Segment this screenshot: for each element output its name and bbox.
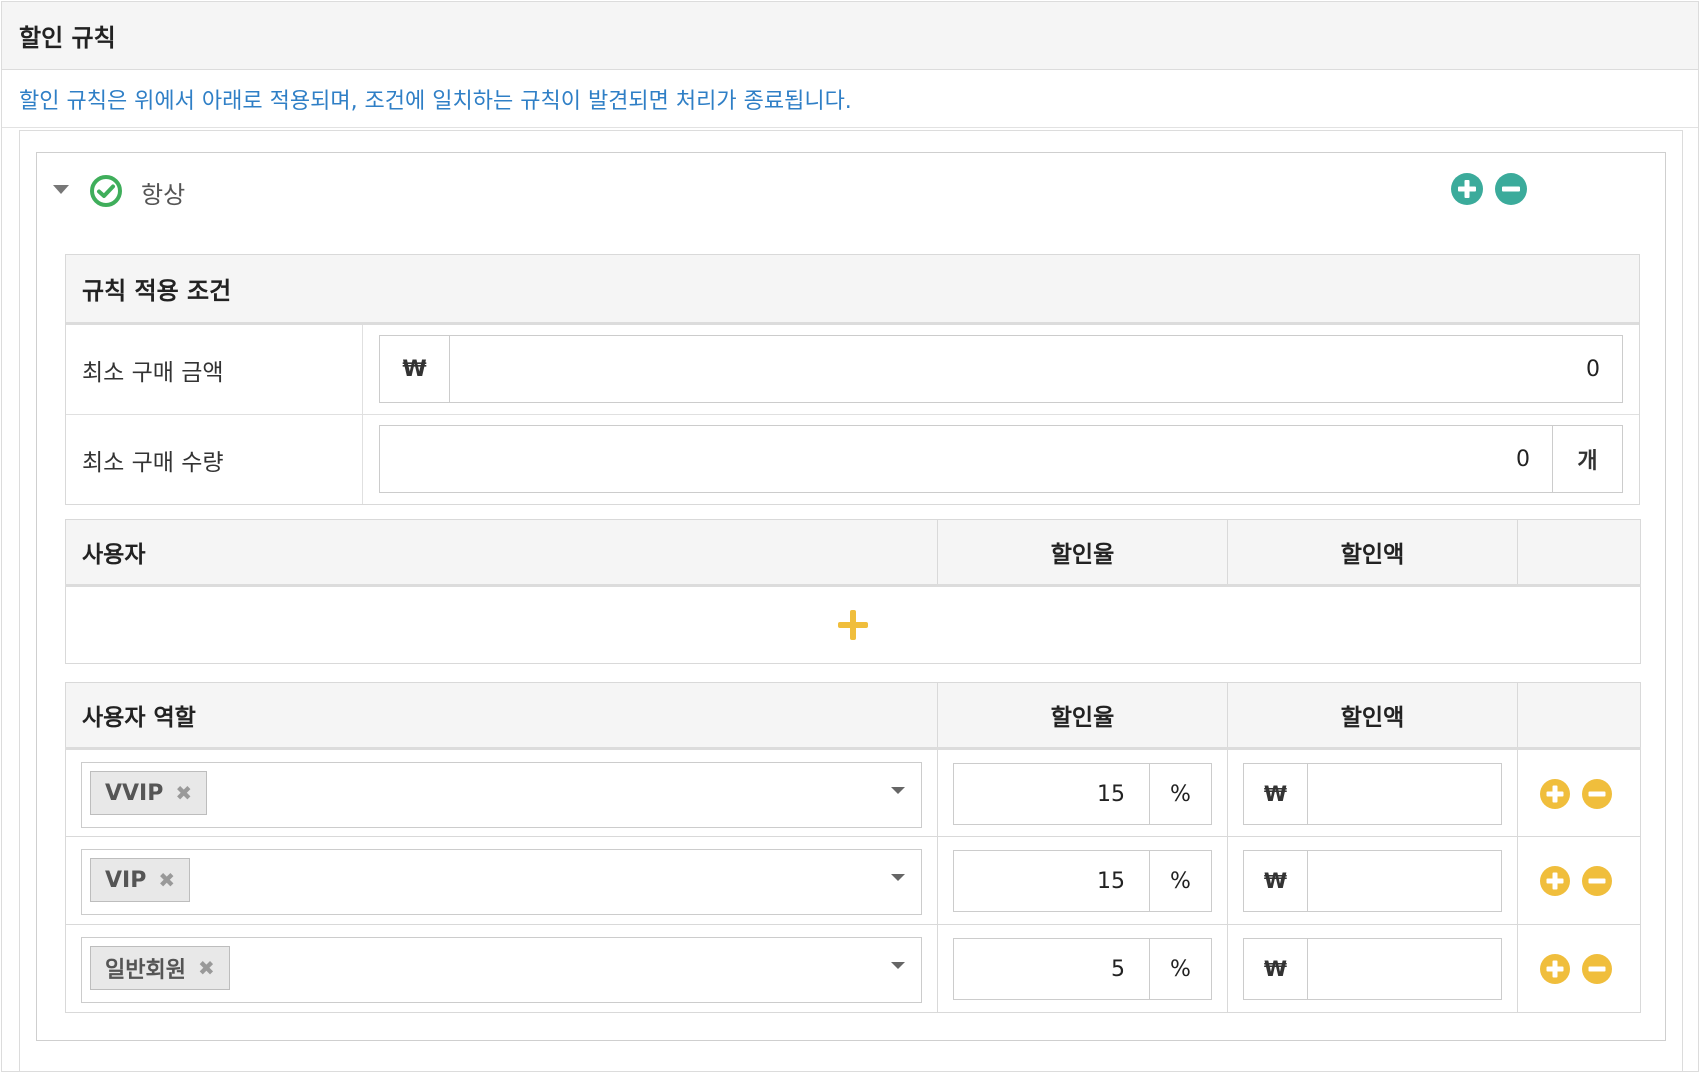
table-row: VVIP ✖ 15 % ₩ (65, 748, 1641, 837)
table-row: VIP ✖ 15 % ₩ (65, 836, 1641, 925)
amount-cell: ₩ (1227, 748, 1518, 837)
role-tag-label: 일반회원 (105, 958, 186, 983)
user-amount-column-header: 할인액 (1227, 519, 1518, 587)
won-prefix: ₩ (1244, 764, 1308, 824)
rate-input[interactable]: 5 (954, 939, 1149, 999)
amount-cell: ₩ (1227, 924, 1518, 1013)
amount-input[interactable] (1308, 851, 1501, 911)
plus-circle-icon[interactable] (1539, 953, 1571, 985)
discount-rules-panel: 할인 규칙 할인 규칙은 위에서 아래로 적용되며, 조건에 일치하는 규칙이 … (1, 1, 1699, 1072)
row-actions (1517, 924, 1641, 1013)
role-tag: 일반회원 ✖ (90, 946, 230, 990)
role-select[interactable]: 일반회원 ✖ (81, 937, 922, 1003)
rate-cell: 5 % (937, 924, 1228, 1013)
chevron-down-icon[interactable] (891, 787, 905, 794)
panel-header: 할인 규칙 (2, 2, 1698, 70)
user-discount-table: 사용자 할인율 할인액 (65, 519, 1641, 664)
role-select[interactable]: VVIP ✖ (81, 762, 922, 828)
amount-input-group: ₩ (1243, 850, 1502, 912)
add-user-row (65, 585, 1641, 664)
min-amount-input[interactable]: 0 (450, 336, 1622, 402)
role-select-cell: 일반회원 ✖ (65, 924, 938, 1013)
conditions-header: 규칙 적용 조건 (66, 255, 1639, 325)
minus-circle-icon[interactable] (1581, 865, 1613, 897)
check-circle-icon (90, 175, 122, 207)
panel-title: 할인 규칙 (19, 24, 116, 52)
user-column-header: 사용자 (65, 519, 938, 587)
rate-cell: 15 % (937, 748, 1228, 837)
min-amount-input-group: ₩ 0 (379, 335, 1623, 403)
rule-conditions: 규칙 적용 조건 최소 구매 금액 ₩ 0 최소 구매 수량 0 개 (65, 254, 1640, 505)
chevron-down-icon[interactable] (891, 874, 905, 881)
rate-input-group: 15 % (953, 850, 1212, 912)
user-rate-column-header: 할인율 (937, 519, 1228, 587)
add-rule-button[interactable] (1450, 172, 1484, 206)
amount-cell: ₩ (1227, 836, 1518, 925)
min-qty-label: 최소 구매 수량 (66, 415, 363, 504)
min-qty-input-group: 0 개 (379, 425, 1623, 493)
amount-input-group: ₩ (1243, 938, 1502, 1000)
amount-input[interactable] (1308, 939, 1501, 999)
chevron-down-icon[interactable] (891, 962, 905, 969)
role-actions-column-header (1517, 682, 1641, 750)
role-select-cell: VVIP ✖ (65, 748, 938, 837)
times-icon[interactable]: ✖ (175, 781, 192, 805)
minus-circle-icon[interactable] (1581, 953, 1613, 985)
min-amount-label: 최소 구매 금액 (66, 325, 363, 414)
rate-input[interactable]: 15 (954, 851, 1149, 911)
row-actions (1517, 748, 1641, 837)
role-rate-column-header: 할인율 (937, 682, 1228, 750)
role-tag: VIP ✖ (90, 858, 191, 902)
min-qty-row: 최소 구매 수량 0 개 (66, 414, 1639, 504)
rate-input-group: 5 % (953, 938, 1212, 1000)
won-prefix: ₩ (1244, 939, 1308, 999)
caret-down-icon[interactable] (53, 185, 69, 194)
remove-rule-button[interactable] (1494, 172, 1528, 206)
role-column-header: 사용자 역할 (65, 682, 938, 750)
min-amount-row: 최소 구매 금액 ₩ 0 (66, 325, 1639, 414)
table-row: 일반회원 ✖ 5 % ₩ (65, 924, 1641, 1013)
rate-input-group: 15 % (953, 763, 1212, 825)
rule-card: 항상 규칙 적용 조건 최소 구매 금액 ₩ 0 최소 구매 수량 0 개 사용… (36, 152, 1666, 1041)
won-prefix: ₩ (380, 336, 450, 402)
rate-input[interactable]: 15 (954, 764, 1149, 824)
percent-suffix: % (1149, 851, 1211, 911)
percent-suffix: % (1149, 764, 1211, 824)
role-select-cell: VIP ✖ (65, 836, 938, 925)
user-actions-column-header (1517, 519, 1641, 587)
minus-circle-icon[interactable] (1581, 778, 1613, 810)
rules-container: 항상 규칙 적용 조건 최소 구매 금액 ₩ 0 최소 구매 수량 0 개 사용… (19, 130, 1683, 1072)
row-actions (1517, 836, 1641, 925)
won-prefix: ₩ (1244, 851, 1308, 911)
times-icon[interactable]: ✖ (198, 956, 215, 980)
min-qty-input[interactable]: 0 (380, 426, 1552, 492)
percent-suffix: % (1149, 939, 1211, 999)
role-tag: VVIP ✖ (90, 771, 208, 815)
amount-input[interactable] (1308, 764, 1501, 824)
rule-header[interactable]: 항상 (37, 153, 1665, 229)
qty-unit-suffix: 개 (1552, 426, 1622, 492)
plus-icon[interactable] (838, 610, 868, 640)
role-tag-label: VVIP (105, 780, 164, 806)
plus-circle-icon[interactable] (1539, 778, 1571, 810)
role-amount-column-header: 할인액 (1227, 682, 1518, 750)
role-discount-table: 사용자 역할 할인율 할인액 VVIP ✖ 15 % ₩ VIP ✖ 15 % … (65, 682, 1641, 1013)
role-tag-label: VIP (105, 867, 147, 893)
rate-cell: 15 % (937, 836, 1228, 925)
times-icon[interactable]: ✖ (158, 868, 175, 892)
plus-circle-icon[interactable] (1539, 865, 1571, 897)
role-select[interactable]: VIP ✖ (81, 849, 922, 915)
rule-name: 항상 (141, 181, 186, 209)
amount-input-group: ₩ (1243, 763, 1502, 825)
rules-notice: 할인 규칙은 위에서 아래로 적용되며, 조건에 일치하는 규칙이 발견되면 처… (2, 70, 1698, 128)
